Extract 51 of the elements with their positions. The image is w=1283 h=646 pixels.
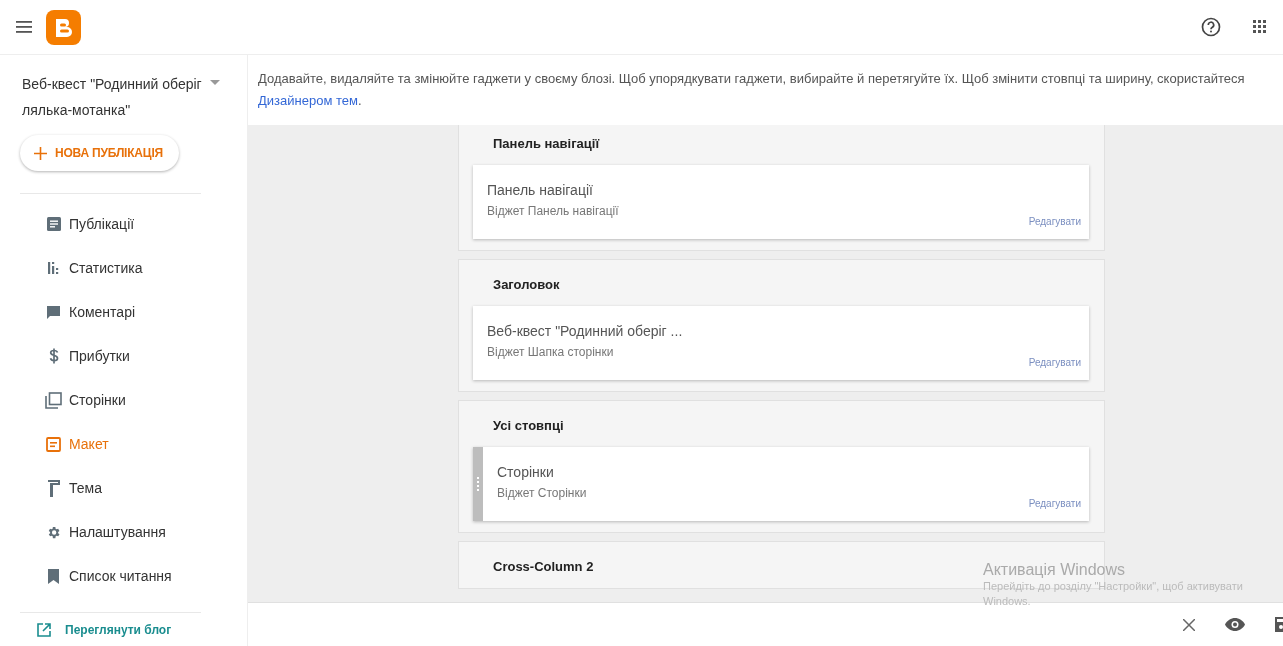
save-button[interactable] bbox=[1275, 617, 1283, 632]
sidebar-item[interactable]: Список читання bbox=[0, 554, 247, 598]
sidebar-item[interactable]: Налаштування bbox=[0, 510, 247, 554]
apps-button[interactable] bbox=[1253, 20, 1267, 34]
activation-notice-title: Активація Windows bbox=[983, 561, 1127, 579]
widget-type: Віджет Сторінки bbox=[497, 486, 588, 500]
bookmark-icon bbox=[48, 568, 59, 584]
section-title: Cross-Column 2 bbox=[493, 558, 594, 576]
sidebar-item[interactable]: Публікації bbox=[0, 202, 247, 246]
sidebar-item[interactable]: Коментарі bbox=[0, 290, 247, 334]
dropdown-arrow-icon[interactable] bbox=[210, 80, 220, 85]
widget-title: Сторінки bbox=[497, 464, 555, 480]
widget-card[interactable]: Панель навігації Віджет Панель навігації Редагувати bbox=[473, 165, 1089, 239]
external-link-icon bbox=[37, 622, 51, 637]
sidebar-item[interactable]: Статистика bbox=[0, 246, 247, 290]
eye-icon bbox=[1225, 618, 1245, 631]
help-icon bbox=[1201, 17, 1221, 37]
menu-button[interactable] bbox=[16, 21, 32, 33]
widget-title: Веб-квест "Родинний оберіг ... bbox=[487, 323, 684, 339]
layout-icon bbox=[46, 436, 61, 452]
document-icon bbox=[46, 217, 61, 231]
widget-title: Панель навігації bbox=[487, 182, 594, 198]
sidebar-item[interactable]: Тема bbox=[0, 466, 247, 510]
widget-card[interactable]: Веб-квест "Родинний оберіг ... Віджет Шапка сторінки Редагувати bbox=[473, 306, 1089, 380]
paint-roller-icon bbox=[47, 479, 60, 497]
close-icon bbox=[1183, 618, 1195, 631]
menu-icon bbox=[16, 21, 32, 33]
pages-icon bbox=[45, 391, 62, 409]
widget-type: Віджет Шапка сторінки bbox=[487, 345, 615, 359]
theme-designer-link[interactable]: Дизайнером тем bbox=[258, 93, 358, 108]
drag-handle[interactable] bbox=[473, 447, 483, 521]
bar-chart-icon bbox=[47, 262, 60, 274]
blog-title[interactable]: Веб-квест "Родинний оберіг лялька-мотанка" bbox=[22, 71, 202, 123]
view-blog-link[interactable]: Переглянути блог bbox=[65, 622, 172, 637]
apps-grid-icon bbox=[1253, 20, 1267, 34]
comment-icon bbox=[46, 304, 61, 320]
widget-type: Віджет Панель навігації bbox=[487, 204, 620, 218]
close-button[interactable] bbox=[1183, 618, 1195, 631]
sidebar-item[interactable]: Сторінки bbox=[0, 378, 247, 422]
sidebar-item[interactable]: Прибутки bbox=[0, 334, 247, 378]
section-title: Заголовок bbox=[493, 276, 560, 294]
section-title: Панель навігації bbox=[493, 135, 600, 153]
logo-icon[interactable] bbox=[46, 9, 81, 45]
widget-card[interactable]: Сторінки Віджет Сторінки Редагувати bbox=[473, 447, 1089, 521]
section-title: Усі стовпці bbox=[493, 417, 564, 435]
layout-description: Додавайте, видаляйте та змінюйте гаджети у своєму блозі. Щоб упорядкувати гаджети, вибирайте й перетягуйте їх. Щоб змінити стовпці та ширину, скористайтеся Дизайнером тем. bbox=[248, 55, 1283, 125]
gear-icon bbox=[46, 524, 61, 540]
dollar-icon bbox=[48, 348, 59, 364]
preview-button[interactable] bbox=[1225, 618, 1245, 631]
plus-icon bbox=[34, 146, 47, 160]
help-button[interactable] bbox=[1201, 17, 1221, 37]
